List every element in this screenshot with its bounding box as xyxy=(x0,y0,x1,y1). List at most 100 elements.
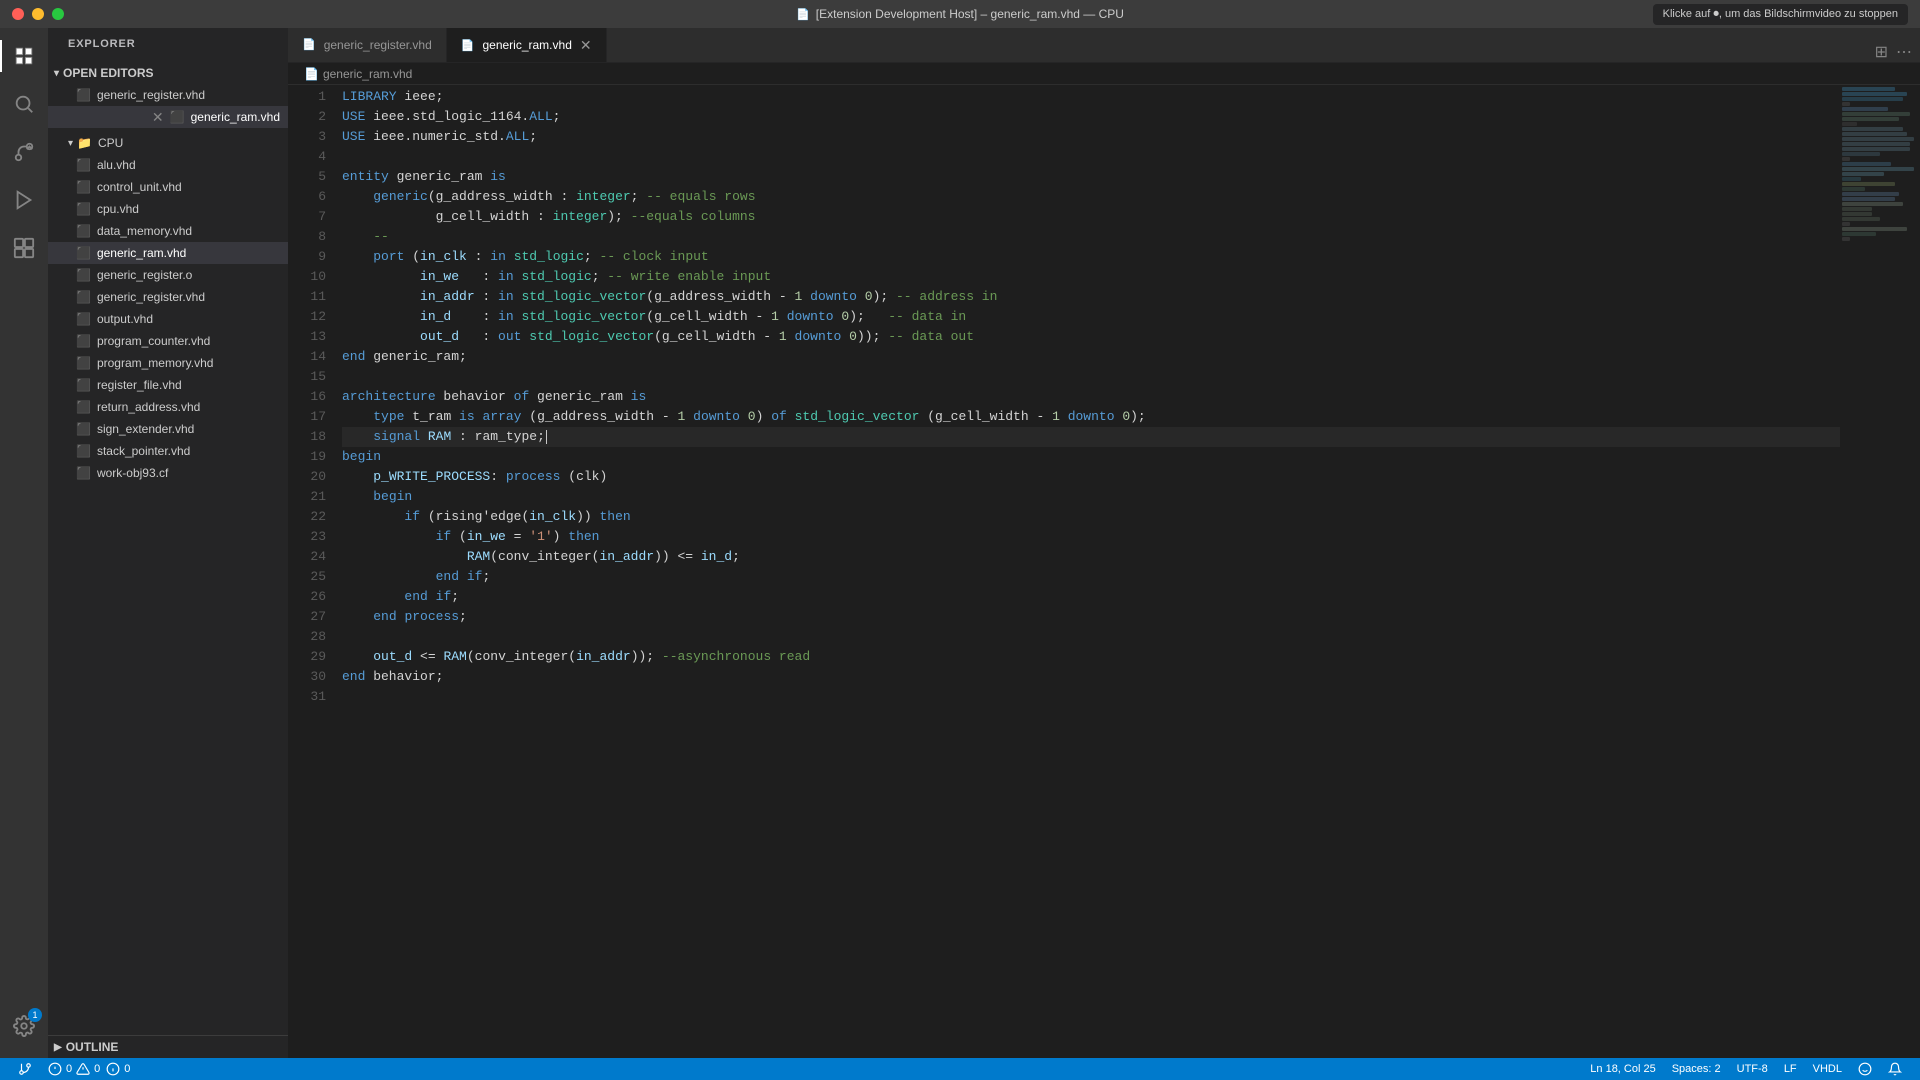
file-icon-stack-pointer: ⬛ xyxy=(76,444,91,458)
sidebar-item-output[interactable]: ⬛ output.vhd xyxy=(48,308,288,330)
code-line-28 xyxy=(342,627,1840,647)
code-content[interactable]: LIBRARY ieee; USE ieee.std_logic_1164.AL… xyxy=(338,85,1840,1058)
outline-header[interactable]: ▶ OUTLINE xyxy=(48,1036,288,1058)
file-icon-generic-register: ⬛ xyxy=(76,290,91,304)
minimize-button[interactable] xyxy=(32,8,44,20)
file-icon-data-memory: ⬛ xyxy=(76,224,91,238)
run-icon[interactable] xyxy=(0,176,48,224)
maximize-button[interactable] xyxy=(52,8,64,20)
bell-icon xyxy=(1888,1062,1902,1076)
code-line-16: architecture behavior of generic_ram is xyxy=(342,387,1840,407)
code-line-6: generic(g_address_width : integer; -- eq… xyxy=(342,187,1840,207)
vhd-file-icon: ⬛ xyxy=(170,110,185,124)
tab-generic-register[interactable]: 📄 generic_register.vhd xyxy=(288,28,447,62)
file-icon-generic-register-o: ⬛ xyxy=(76,268,91,282)
titlebar-notification[interactable]: Klicke auf ⏺, um das Bildschirmvideo zu … xyxy=(1653,4,1908,25)
tab-close-button[interactable]: ✕ xyxy=(580,37,592,54)
code-line-26: end if; xyxy=(342,587,1840,607)
close-button[interactable] xyxy=(12,8,24,20)
sidebar-item-program-memory[interactable]: ⬛ program_memory.vhd xyxy=(48,352,288,374)
sidebar-title: EXPLORER xyxy=(48,28,288,58)
code-line-4 xyxy=(342,147,1840,167)
code-line-2: USE ieee.std_logic_1164.ALL; xyxy=(342,107,1840,127)
code-line-22: if (rising'edge(in_clk)) then xyxy=(342,507,1840,527)
file-icon-control-unit: ⬛ xyxy=(76,180,91,194)
file-icon: 📄 xyxy=(796,8,810,21)
open-editor-generic-register[interactable]: ⬛ generic_register.vhd xyxy=(48,84,288,106)
status-notification-icon[interactable] xyxy=(1880,1058,1910,1080)
editor-area: 📄 generic_register.vhd 📄 generic_ram.vhd… xyxy=(288,28,1920,1058)
breadcrumb-file-icon: 📄 xyxy=(304,67,319,81)
sidebar-item-generic-register-o[interactable]: ⬛ generic_register.o xyxy=(48,264,288,286)
open-editor-generic-ram[interactable]: ✕ ⬛ generic_ram.vhd xyxy=(48,106,288,128)
extensions-icon[interactable] xyxy=(0,224,48,272)
file-icon-generic-ram: ⬛ xyxy=(76,246,91,260)
code-line-14: end generic_ram; xyxy=(342,347,1840,367)
sidebar-item-work-obj93[interactable]: ⬛ work-obj93.cf xyxy=(48,462,288,484)
folder-icon: 📁 xyxy=(77,136,92,150)
tab-bar: 📄 generic_register.vhd 📄 generic_ram.vhd… xyxy=(288,28,1920,63)
code-line-1: LIBRARY ieee; xyxy=(342,87,1840,107)
file-icon-register-file: ⬛ xyxy=(76,378,91,392)
sidebar-item-generic-ram[interactable]: ⬛ generic_ram.vhd xyxy=(48,242,288,264)
file-icon-sign-extender: ⬛ xyxy=(76,422,91,436)
sidebar-item-program-counter[interactable]: ⬛ program_counter.vhd xyxy=(48,330,288,352)
code-line-24: RAM(conv_integer(in_addr)) <= in_d; xyxy=(342,547,1840,567)
status-errors[interactable]: 0 0 0 xyxy=(40,1058,138,1080)
open-editors-section: ▾ OPEN EDITORS ⬛ generic_register.vhd ✕ … xyxy=(48,62,288,128)
code-line-9: port (in_clk : in std_logic; -- clock in… xyxy=(342,247,1840,267)
status-position[interactable]: Ln 18, Col 25 xyxy=(1582,1058,1663,1080)
open-editors-header[interactable]: ▾ OPEN EDITORS xyxy=(48,62,288,84)
window-controls[interactable] xyxy=(12,8,64,20)
cpu-folder-chevron: ▾ xyxy=(68,138,73,149)
explorer-icon[interactable] xyxy=(0,32,48,80)
code-line-11: in_addr : in std_logic_vector(g_address_… xyxy=(342,287,1840,307)
code-line-27: end process; xyxy=(342,607,1840,627)
tab-generic-ram[interactable]: 📄 generic_ram.vhd ✕ xyxy=(447,28,607,62)
status-feedback-icon[interactable] xyxy=(1850,1058,1880,1080)
cpu-folder-header[interactable]: ▾ 📁 CPU xyxy=(48,132,288,154)
vhd-file-icon: ⬛ xyxy=(76,88,91,102)
line-numbers: 12345 678910 1112131415 1617181920 21222… xyxy=(288,85,338,1058)
activity-bar: 1 xyxy=(0,28,48,1058)
sidebar-item-register-file[interactable]: ⬛ register_file.vhd xyxy=(48,374,288,396)
split-editor-icon[interactable]: ⊞ xyxy=(1875,42,1888,62)
info-status-icon xyxy=(106,1062,120,1076)
outline-section: ▶ OUTLINE xyxy=(48,1035,288,1058)
cpu-folder-section: ▾ 📁 CPU ⬛ alu.vhd ⬛ control_unit.vhd ⬛ c… xyxy=(48,132,288,484)
tab-file-icon: 📄 xyxy=(302,38,316,51)
source-control-icon[interactable] xyxy=(0,128,48,176)
sidebar-item-control-unit[interactable]: ⬛ control_unit.vhd xyxy=(48,176,288,198)
code-line-19: begin xyxy=(342,447,1840,467)
search-icon[interactable] xyxy=(0,80,48,128)
status-encoding[interactable]: UTF-8 xyxy=(1729,1058,1776,1080)
file-icon-program-memory: ⬛ xyxy=(76,356,91,370)
more-actions-icon[interactable]: ⋯ xyxy=(1896,42,1912,62)
status-eol[interactable]: LF xyxy=(1776,1058,1805,1080)
sidebar-item-cpu[interactable]: ⬛ cpu.vhd xyxy=(48,198,288,220)
code-line-17: type t_ram is array (g_address_width - 1… xyxy=(342,407,1840,427)
code-editor[interactable]: 12345 678910 1112131415 1617181920 21222… xyxy=(288,85,1920,1058)
file-icon-work-obj93: ⬛ xyxy=(76,466,91,480)
code-line-10: in_we : in std_logic; -- write enable in… xyxy=(342,267,1840,287)
sidebar-item-stack-pointer[interactable]: ⬛ stack_pointer.vhd xyxy=(48,440,288,462)
sidebar-item-return-address[interactable]: ⬛ return_address.vhd xyxy=(48,396,288,418)
status-branch[interactable] xyxy=(10,1058,40,1080)
minimap-content xyxy=(1840,85,1920,244)
status-right: Ln 18, Col 25 Spaces: 2 UTF-8 LF VHDL xyxy=(1582,1058,1910,1080)
settings-icon[interactable]: 1 xyxy=(0,1002,48,1050)
status-spaces[interactable]: Spaces: 2 xyxy=(1664,1058,1729,1080)
status-bar: 0 0 0 Ln 18, Col 25 Spaces: 2 UTF-8 LF V… xyxy=(0,1058,1920,1080)
sidebar: EXPLORER ▾ OPEN EDITORS ⬛ generic_regist… xyxy=(48,28,288,1058)
sidebar-item-generic-register[interactable]: ⬛ generic_register.vhd xyxy=(48,286,288,308)
sidebar-item-alu[interactable]: ⬛ alu.vhd xyxy=(48,154,288,176)
code-line-13: out_d : out std_logic_vector(g_cell_widt… xyxy=(342,327,1840,347)
code-line-31 xyxy=(342,687,1840,707)
close-editor-icon[interactable]: ✕ xyxy=(152,109,164,126)
code-line-21: begin xyxy=(342,487,1840,507)
code-line-15 xyxy=(342,367,1840,387)
status-language[interactable]: VHDL xyxy=(1805,1058,1850,1080)
sidebar-item-sign-extender[interactable]: ⬛ sign_extender.vhd xyxy=(48,418,288,440)
sidebar-item-data-memory[interactable]: ⬛ data_memory.vhd xyxy=(48,220,288,242)
open-editors-chevron: ▾ xyxy=(54,68,59,79)
